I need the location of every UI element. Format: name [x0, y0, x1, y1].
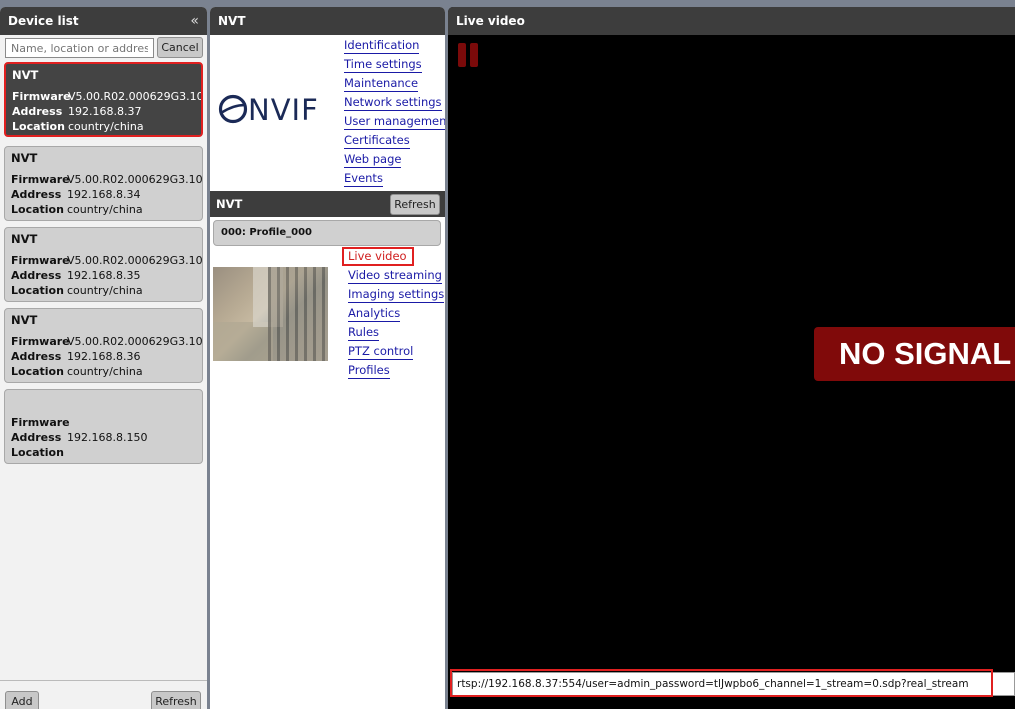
- device-card[interactable]: NVT FirmwareV5.00.R02.000629G3.100 Addre…: [4, 62, 203, 137]
- firmware-value: V5.00.R02.000629G3.100: [67, 254, 203, 267]
- link-identification[interactable]: Identification: [344, 38, 420, 54]
- nvt-section-title: NVT: [216, 197, 243, 211]
- link-web-page[interactable]: Web page: [344, 152, 402, 168]
- link-profiles[interactable]: Profiles: [348, 363, 390, 379]
- firmware-label: Firmware: [11, 254, 70, 267]
- location-label: Location: [11, 203, 64, 216]
- cancel-button[interactable]: Cancel: [157, 37, 203, 58]
- link-maintenance[interactable]: Maintenance: [344, 76, 419, 92]
- device-settings-links: Identification Time settings Maintenance…: [344, 35, 445, 187]
- divider: [0, 680, 207, 681]
- device-name: NVT: [11, 151, 38, 165]
- link-certificates[interactable]: Certificates: [344, 133, 410, 149]
- profile-header[interactable]: 000: Profile_000: [213, 220, 441, 246]
- svg-text:NVIF: NVIF: [248, 93, 319, 125]
- pause-icon[interactable]: [458, 43, 482, 71]
- address-label: Address: [11, 350, 62, 363]
- address-label: Address: [12, 105, 63, 118]
- add-button[interactable]: Add: [5, 691, 39, 709]
- link-user-management[interactable]: User management: [344, 114, 445, 130]
- firmware-value: V5.00.R02.000629G3.100: [67, 173, 203, 186]
- link-rules[interactable]: Rules: [348, 325, 380, 341]
- location-value: country/china: [67, 365, 143, 378]
- device-card[interactable]: NVT FirmwareV5.00.R02.000629G3.100 Addre…: [4, 308, 203, 383]
- profile-thumbnail: [213, 267, 328, 361]
- device-card[interactable]: Firmware Address 192.168.8.150 Location: [4, 389, 203, 464]
- location-label: Location: [12, 120, 65, 133]
- collapse-icon[interactable]: «: [190, 7, 199, 35]
- link-events[interactable]: Events: [344, 171, 383, 187]
- link-network-settings[interactable]: Network settings: [344, 95, 442, 111]
- device-name: NVT: [11, 313, 38, 327]
- address-value: 192.168.8.150: [67, 431, 148, 444]
- location-value: country/china: [67, 203, 143, 216]
- address-value: 192.168.8.36: [67, 350, 141, 363]
- search-input[interactable]: [5, 38, 154, 58]
- device-list-panel: Device list « Cancel NVT FirmwareV5.00.R…: [0, 7, 207, 709]
- link-analytics[interactable]: Analytics: [348, 306, 401, 322]
- address-value: 192.168.8.34: [67, 188, 141, 201]
- refresh-button[interactable]: Refresh: [390, 194, 440, 215]
- nvt-title: NVT: [218, 14, 246, 28]
- nvt-header: NVT: [210, 7, 445, 35]
- link-video-streaming[interactable]: Video streaming: [348, 268, 442, 284]
- link-imaging-settings[interactable]: Imaging settings: [348, 287, 445, 303]
- link-time-settings[interactable]: Time settings: [344, 57, 422, 73]
- live-video-title: Live video: [456, 14, 525, 28]
- location-label: Location: [11, 365, 64, 378]
- firmware-value: V5.00.R02.000629G3.100: [68, 90, 203, 103]
- address-label: Address: [11, 269, 62, 282]
- location-value: country/china: [68, 120, 144, 133]
- device-list-header: Device list «: [0, 7, 207, 35]
- device-name: NVT: [11, 232, 38, 246]
- live-video-header: Live video: [448, 7, 1015, 35]
- onvif-logo: NVIF: [218, 93, 334, 133]
- device-list-title: Device list: [8, 14, 79, 28]
- no-signal-banner: NO SIGNAL: [814, 327, 1015, 381]
- location-label: Location: [11, 446, 64, 459]
- firmware-label: Firmware: [11, 173, 70, 186]
- location-label: Location: [11, 284, 64, 297]
- firmware-label: Firmware: [12, 90, 71, 103]
- onvif-logo-graphic: NVIF: [218, 93, 319, 127]
- device-card[interactable]: NVT FirmwareV5.00.R02.000629G3.100 Addre…: [4, 227, 203, 302]
- device-name: NVT: [12, 68, 39, 82]
- highlight-box: [450, 669, 993, 697]
- address-value: 192.168.8.35: [67, 269, 141, 282]
- address-value: 192.168.8.37: [68, 105, 142, 118]
- firmware-value: V5.00.R02.000629G3.100: [67, 335, 203, 348]
- nvt-panel: NVT NVIF Identification Time settings Ma…: [210, 7, 445, 709]
- highlight-box: [342, 247, 414, 266]
- location-value: country/china: [67, 284, 143, 297]
- live-video-panel: Live video NO SIGNAL rtsp://192.168.8.37…: [448, 7, 1015, 709]
- link-ptz-control[interactable]: PTZ control: [348, 344, 414, 360]
- address-label: Address: [11, 188, 62, 201]
- address-label: Address: [11, 431, 62, 444]
- firmware-label: Firmware: [11, 335, 70, 348]
- firmware-label: Firmware: [11, 416, 70, 429]
- device-card[interactable]: NVT FirmwareV5.00.R02.000629G3.100 Addre…: [4, 146, 203, 221]
- refresh-button[interactable]: Refresh: [151, 691, 201, 709]
